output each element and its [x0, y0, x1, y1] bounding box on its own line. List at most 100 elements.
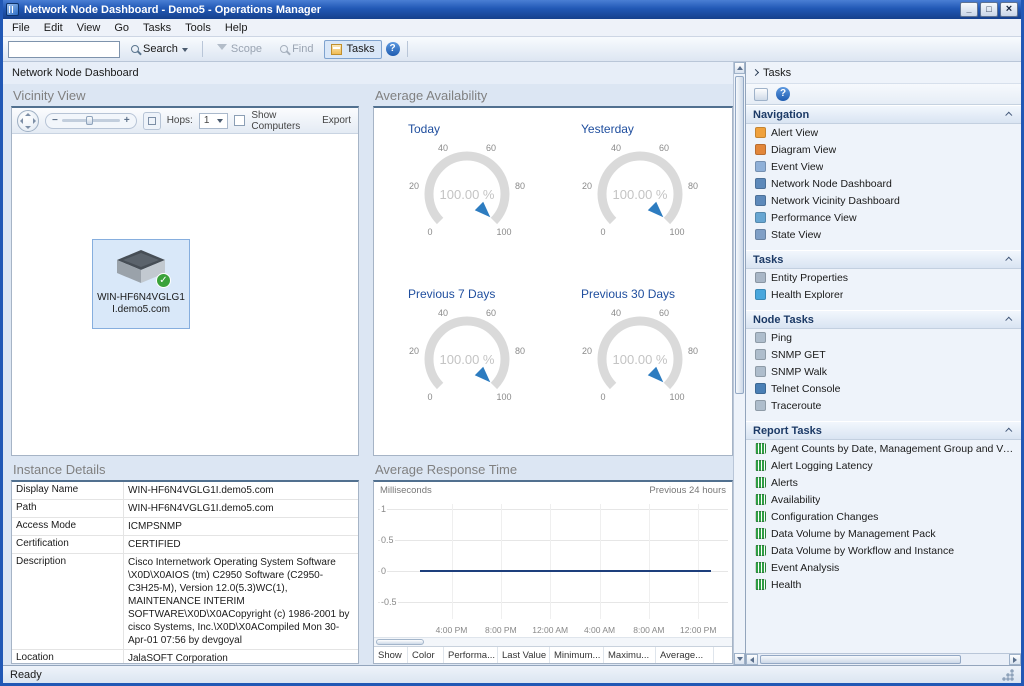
pan-up-icon[interactable] — [25, 112, 31, 116]
task-item-data-volume-by-workflow-and-instance[interactable]: Data Volume by Workflow and Instance — [746, 542, 1021, 559]
scrollbar-thumb[interactable] — [376, 639, 424, 645]
collapse-icon[interactable] — [1005, 256, 1013, 264]
task-item-ping[interactable]: Ping — [746, 329, 1021, 346]
task-item-label: SNMP GET — [771, 348, 826, 361]
minimize-button[interactable] — [960, 2, 978, 17]
zoom-in-icon[interactable] — [124, 115, 130, 127]
pan-down-icon[interactable] — [25, 125, 31, 129]
task-item-alert-logging-latency[interactable]: Alert Logging Latency — [746, 457, 1021, 474]
section-title: Report Tasks — [753, 424, 822, 437]
resize-grip-icon[interactable] — [1002, 668, 1014, 681]
close-button[interactable] — [1000, 2, 1018, 17]
task-item-health[interactable]: Health — [746, 576, 1021, 593]
scroll-up-icon[interactable] — [734, 62, 745, 74]
zoom-slider-thumb[interactable] — [85, 116, 93, 125]
menu-tasks[interactable]: Tasks — [136, 20, 178, 36]
menu-edit[interactable]: Edit — [37, 20, 70, 36]
tasks-pane-header[interactable]: Tasks — [746, 62, 1021, 83]
menu-view[interactable]: View — [70, 20, 108, 36]
help-icon[interactable] — [776, 87, 790, 101]
title-bar[interactable]: Network Node Dashboard - Demo5 - Operati… — [3, 0, 1021, 19]
task-item-alert-view[interactable]: Alert View — [746, 124, 1021, 141]
maximize-button[interactable] — [980, 2, 998, 17]
gauge-tick-label: 40 — [610, 308, 620, 318]
menu-tools[interactable]: Tools — [178, 20, 218, 36]
find-button-label: Find — [292, 43, 314, 55]
traceroute-icon — [755, 400, 766, 411]
legend-column-header[interactable]: Last Value — [498, 647, 550, 663]
task-item-network-node-dashboard[interactable]: Network Node Dashboard — [746, 175, 1021, 192]
scroll-down-icon[interactable] — [734, 653, 745, 665]
legend-column-header[interactable]: Show — [374, 647, 408, 663]
section-header-navigation[interactable]: Navigation — [746, 105, 1021, 124]
network-node[interactable]: WIN-HF6N4VGLG1I.demo5.com — [92, 239, 190, 329]
scroll-right-icon[interactable] — [1009, 654, 1021, 665]
section-header-node-tasks[interactable]: Node Tasks — [746, 310, 1021, 329]
help-icon[interactable] — [385, 42, 400, 56]
gauge-period-label: Previous 30 Days — [581, 286, 676, 301]
task-item-availability[interactable]: Availability — [746, 491, 1021, 508]
legend-column-header[interactable]: Maximu... — [604, 647, 656, 663]
task-item-snmp-walk[interactable]: SNMP Walk — [746, 363, 1021, 380]
zoom-out-icon[interactable] — [52, 115, 58, 127]
instance-table: Display Name WIN-HF6N4VGLG1I.demo5.com Pat… — [12, 482, 358, 663]
pan-left-icon[interactable] — [20, 117, 23, 124]
legend-column-header[interactable]: Minimum... — [550, 647, 604, 663]
menu-go[interactable]: Go — [107, 20, 136, 36]
task-item-agent-counts-by-date-management-group-and-version[interactable]: Agent Counts by Date, Management Group a… — [746, 440, 1021, 457]
main-vertical-scrollbar[interactable] — [733, 62, 745, 665]
zoom-slider[interactable] — [61, 116, 120, 125]
task-item-data-volume-by-management-pack[interactable]: Data Volume by Management Pack — [746, 525, 1021, 542]
task-item-snmp-get[interactable]: SNMP GET — [746, 346, 1021, 363]
tasks-pane-horizontal-scrollbar[interactable] — [746, 653, 1021, 665]
section-header-report-tasks[interactable]: Report Tasks — [746, 421, 1021, 440]
legend-column-header[interactable]: Performa... — [444, 647, 498, 663]
collapse-icon[interactable] — [1005, 427, 1013, 435]
collapse-icon[interactable] — [1005, 316, 1013, 324]
gauge-yesterday: Yesterday 100.00 % 0 20 40 60 80 100 — [553, 122, 726, 287]
task-item-event-view[interactable]: Event View — [746, 158, 1021, 175]
scrollbar-thumb[interactable] — [760, 655, 961, 664]
gauge-tick-label: 60 — [485, 308, 495, 318]
vicinity-toolbar: Hops: 1 Show Computers Export — [12, 108, 358, 134]
chart-horizontal-scrollbar[interactable] — [374, 637, 732, 646]
pan-control[interactable] — [17, 109, 39, 132]
legend-column-header[interactable]: Average... — [656, 647, 714, 663]
task-item-entity-properties[interactable]: Entity Properties — [746, 269, 1021, 286]
section-header-tasks[interactable]: Tasks — [746, 250, 1021, 269]
task-item-diagram-view[interactable]: Diagram View — [746, 141, 1021, 158]
menu-help[interactable]: Help — [218, 20, 255, 36]
task-item-telnet-console[interactable]: Telnet Console — [746, 380, 1021, 397]
gauge-tick-label: 100 — [669, 227, 684, 237]
tasks-button[interactable]: Tasks — [324, 39, 382, 59]
hops-select[interactable]: 1 — [198, 112, 229, 129]
task-item-label: Data Volume by Management Pack — [771, 527, 936, 540]
task-item-traceroute[interactable]: Traceroute — [746, 397, 1021, 414]
collapse-icon[interactable] — [1005, 111, 1013, 119]
pane-options-icon[interactable] — [754, 87, 768, 101]
legend-column-header[interactable]: Color — [408, 647, 444, 663]
scrollbar-track[interactable] — [734, 74, 745, 653]
gauge-needle-icon — [474, 201, 490, 218]
task-item-event-analysis[interactable]: Event Analysis — [746, 559, 1021, 576]
menu-file[interactable]: File — [5, 20, 37, 36]
search-button[interactable]: Search — [124, 40, 195, 59]
scrollbar-track[interactable] — [758, 654, 1009, 665]
task-item-alerts[interactable]: Alerts — [746, 474, 1021, 491]
chart-period-label: Previous 24 hours — [649, 485, 726, 496]
scroll-left-icon[interactable] — [746, 654, 758, 665]
show-computers-checkbox[interactable] — [234, 115, 246, 126]
export-button[interactable]: Export — [322, 115, 353, 126]
fit-to-view-button[interactable] — [142, 111, 161, 130]
task-item-state-view[interactable]: State View — [746, 226, 1021, 243]
search-input[interactable] — [8, 40, 120, 58]
pan-right-icon[interactable] — [33, 117, 36, 124]
scrollbar-thumb[interactable] — [735, 76, 744, 395]
table-row: Path WIN-HF6N4VGLG1I.demo5.com — [12, 500, 358, 518]
task-item-performance-view[interactable]: Performance View — [746, 209, 1021, 226]
task-item-network-vicinity-dashboard[interactable]: Network Vicinity Dashboard — [746, 192, 1021, 209]
task-item-health-explorer[interactable]: Health Explorer — [746, 286, 1021, 303]
gauge-tick-label: 20 — [581, 181, 591, 191]
find-button: Find — [273, 40, 320, 59]
task-item-configuration-changes[interactable]: Configuration Changes — [746, 508, 1021, 525]
